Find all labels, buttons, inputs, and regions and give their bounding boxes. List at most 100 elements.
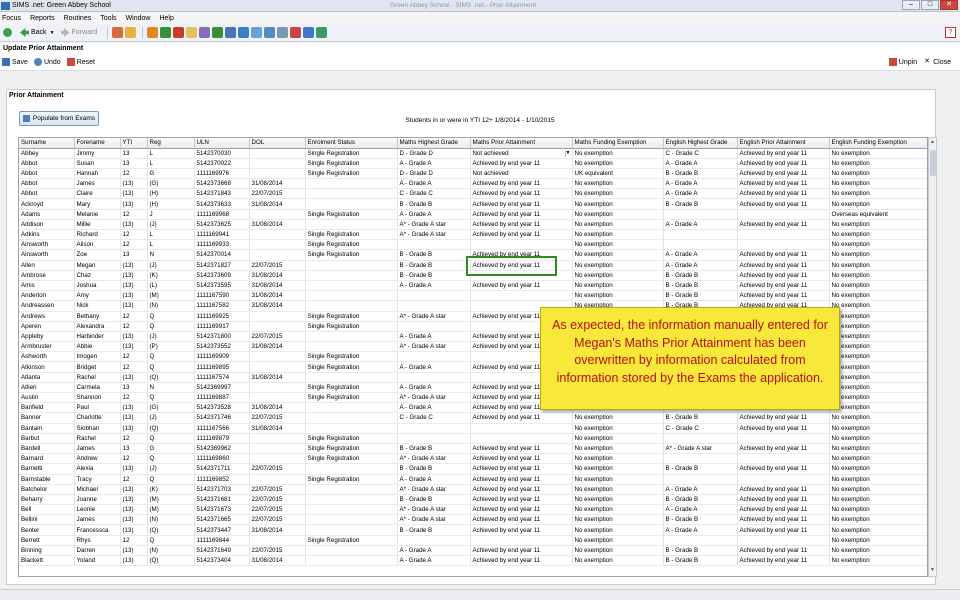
report-icon[interactable] [225,27,237,38]
table-cell[interactable]: Achieved by end year 11 [737,260,830,271]
table-cell[interactable]: A* - Grade A star [397,392,471,404]
table-cell[interactable]: A - Grade A [663,260,738,271]
table-cell[interactable]: No exemption [572,535,664,546]
table-cell[interactable]: Achieved by end year 11 [737,545,830,557]
column-header[interactable]: DOL [249,138,306,149]
table-cell[interactable] [737,433,830,444]
table-cell[interactable]: No exemption [829,545,927,557]
table-cell[interactable] [737,474,830,485]
table-cell[interactable]: Achieved by end year 11 [737,524,830,536]
table-row[interactable]: Banner Charlotte (13) (J) 5142371746 22/07/20… [19,412,927,424]
column-header[interactable]: Forename [74,138,121,149]
table-cell[interactable]: A - Grade A [663,188,738,200]
table-cell[interactable]: B - Grade B [397,249,471,261]
close-button[interactable]: ✕ Close [923,58,951,66]
column-header[interactable]: Maths Funding Exemption [572,138,664,149]
document-icon[interactable] [251,27,263,38]
table-cell[interactable]: No exemption [829,463,927,475]
table-cell[interactable]: No exemption [572,209,664,220]
table-cell[interactable]: Achieved by end year 11 [470,178,573,190]
close-window-button[interactable]: ✕ [940,0,958,10]
table-cell[interactable] [470,290,573,302]
table-cell[interactable]: Achieved by end year 11 [470,555,573,567]
flag-icon[interactable] [160,27,172,38]
table-cell[interactable] [663,535,738,546]
column-header[interactable]: YTI [120,138,148,149]
table-cell[interactable]: No exemption [829,474,927,485]
table-cell[interactable]: D - Grade D [397,168,471,180]
table-cell[interactable]: B - Grade B [663,514,738,526]
table-cell[interactable] [397,300,471,312]
folder-icon[interactable] [186,27,198,38]
table-cell[interactable]: Achieved by end year 11 [470,198,573,210]
column-header[interactable]: Enrolment Status [305,138,398,149]
table-cell[interactable]: A* - Grade A star [397,341,471,353]
table-cell[interactable]: B - Grade B [663,168,738,180]
table-cell[interactable]: A* - Grade A star [397,484,471,495]
table-cell[interactable]: B - Grade B [397,443,471,455]
table-cell[interactable]: No exemption [829,504,927,516]
table-cell[interactable]: No exemption [829,372,927,383]
table-cell[interactable]: Achieved by end year 11 [737,280,830,292]
table-cell[interactable]: No exemption [829,168,927,180]
table-cell[interactable]: No exemption [829,453,927,465]
table-cell[interactable]: B - Grade B [663,412,738,424]
table-row[interactable]: Addison Millie (13) (J) 5142373625 31/08/2014… [19,219,927,231]
table-cell[interactable]: Achieved by end year 11 [470,158,573,169]
table-cell[interactable]: No exemption [829,300,927,312]
table-cell[interactable]: No exemption [572,423,664,434]
reset-button[interactable]: Reset [66,58,95,66]
book-icon[interactable] [147,27,159,38]
table-row[interactable]: Barnstable Tracy 12 Q 1111169852 Single Regis… [19,474,927,485]
table-cell[interactable]: No exemption [572,270,664,281]
table-cell[interactable]: No exemption [829,392,927,404]
table-cell[interactable]: No exemption [829,361,927,373]
table-cell[interactable]: B - Grade B [397,260,471,271]
table-cell[interactable] [737,209,830,220]
table-cell[interactable]: No exemption [829,239,927,251]
table-cell[interactable]: No exemption [829,178,927,190]
table-cell[interactable]: A - Grade A [663,484,738,495]
table-cell[interactable]: No exemption [829,148,927,159]
save-button[interactable]: Save [2,58,28,66]
table-cell[interactable] [470,535,573,546]
table-cell[interactable]: A - Grade A [663,504,738,516]
table-cell[interactable]: Achieved by end year 11 [470,474,573,485]
table-cell[interactable]: No exemption [572,443,664,455]
flag-red-icon[interactable] [173,27,185,38]
table-cell[interactable]: No exemption [829,514,927,526]
table-cell[interactable]: Achieved by end year 11 [737,219,830,231]
table-cell[interactable]: Not achieved [470,168,573,180]
table-cell[interactable] [397,351,471,363]
table-cell[interactable]: Achieved by end year 11 [737,463,830,475]
table-cell[interactable]: Achieved by end year 11 [470,463,573,475]
table-row[interactable]: Binning Darren (13) (N) 5142371649 22/07/2015… [19,545,927,557]
table-row[interactable]: Abbey Jimmy 13 L 5142370030 Single Registrati… [19,148,927,159]
table-cell[interactable] [737,229,830,241]
table-cell[interactable] [397,290,471,302]
table-cell[interactable]: B - Grade B [663,198,738,210]
table-cell[interactable]: Achieved by end year 11 [470,188,573,200]
table-cell[interactable]: Achieved by end year 11 [470,494,573,506]
table-cell[interactable]: C - Grade C [663,423,738,434]
table-cell[interactable]: No exemption [829,443,927,455]
table-row[interactable]: Batchelor Michael (13) (K) 5142371703 22/07/2… [19,484,927,495]
table-cell[interactable] [397,372,471,383]
table-cell[interactable]: Achieved by end year 11 [470,545,573,557]
table-cell[interactable]: A - Grade A [397,545,471,557]
table-cell[interactable]: Achieved by end year 11 [470,229,573,241]
back-dropdown-icon[interactable]: ▼ [50,30,55,36]
table-cell[interactable]: No exemption [572,545,664,557]
column-header[interactable]: ULN [194,138,250,149]
table-cell[interactable]: Overseas equivalent [829,209,927,220]
table-cell[interactable] [737,239,830,251]
table-cell[interactable]: C - Grade C [397,188,471,200]
table-row[interactable]: Anderton Amy (13) (M) 1111167590 31/08/2014 No… [19,290,927,302]
table-cell[interactable]: No exemption [829,260,927,271]
table-cell[interactable]: A* - Grade A star [397,514,471,526]
table-cell[interactable]: A - Grade A [397,474,471,485]
table-cell[interactable]: No exemption [829,219,927,231]
table-cell[interactable]: A* - Grade A star [397,219,471,231]
table-cell[interactable]: No exemption [572,229,664,241]
person-icon[interactable] [125,27,137,38]
